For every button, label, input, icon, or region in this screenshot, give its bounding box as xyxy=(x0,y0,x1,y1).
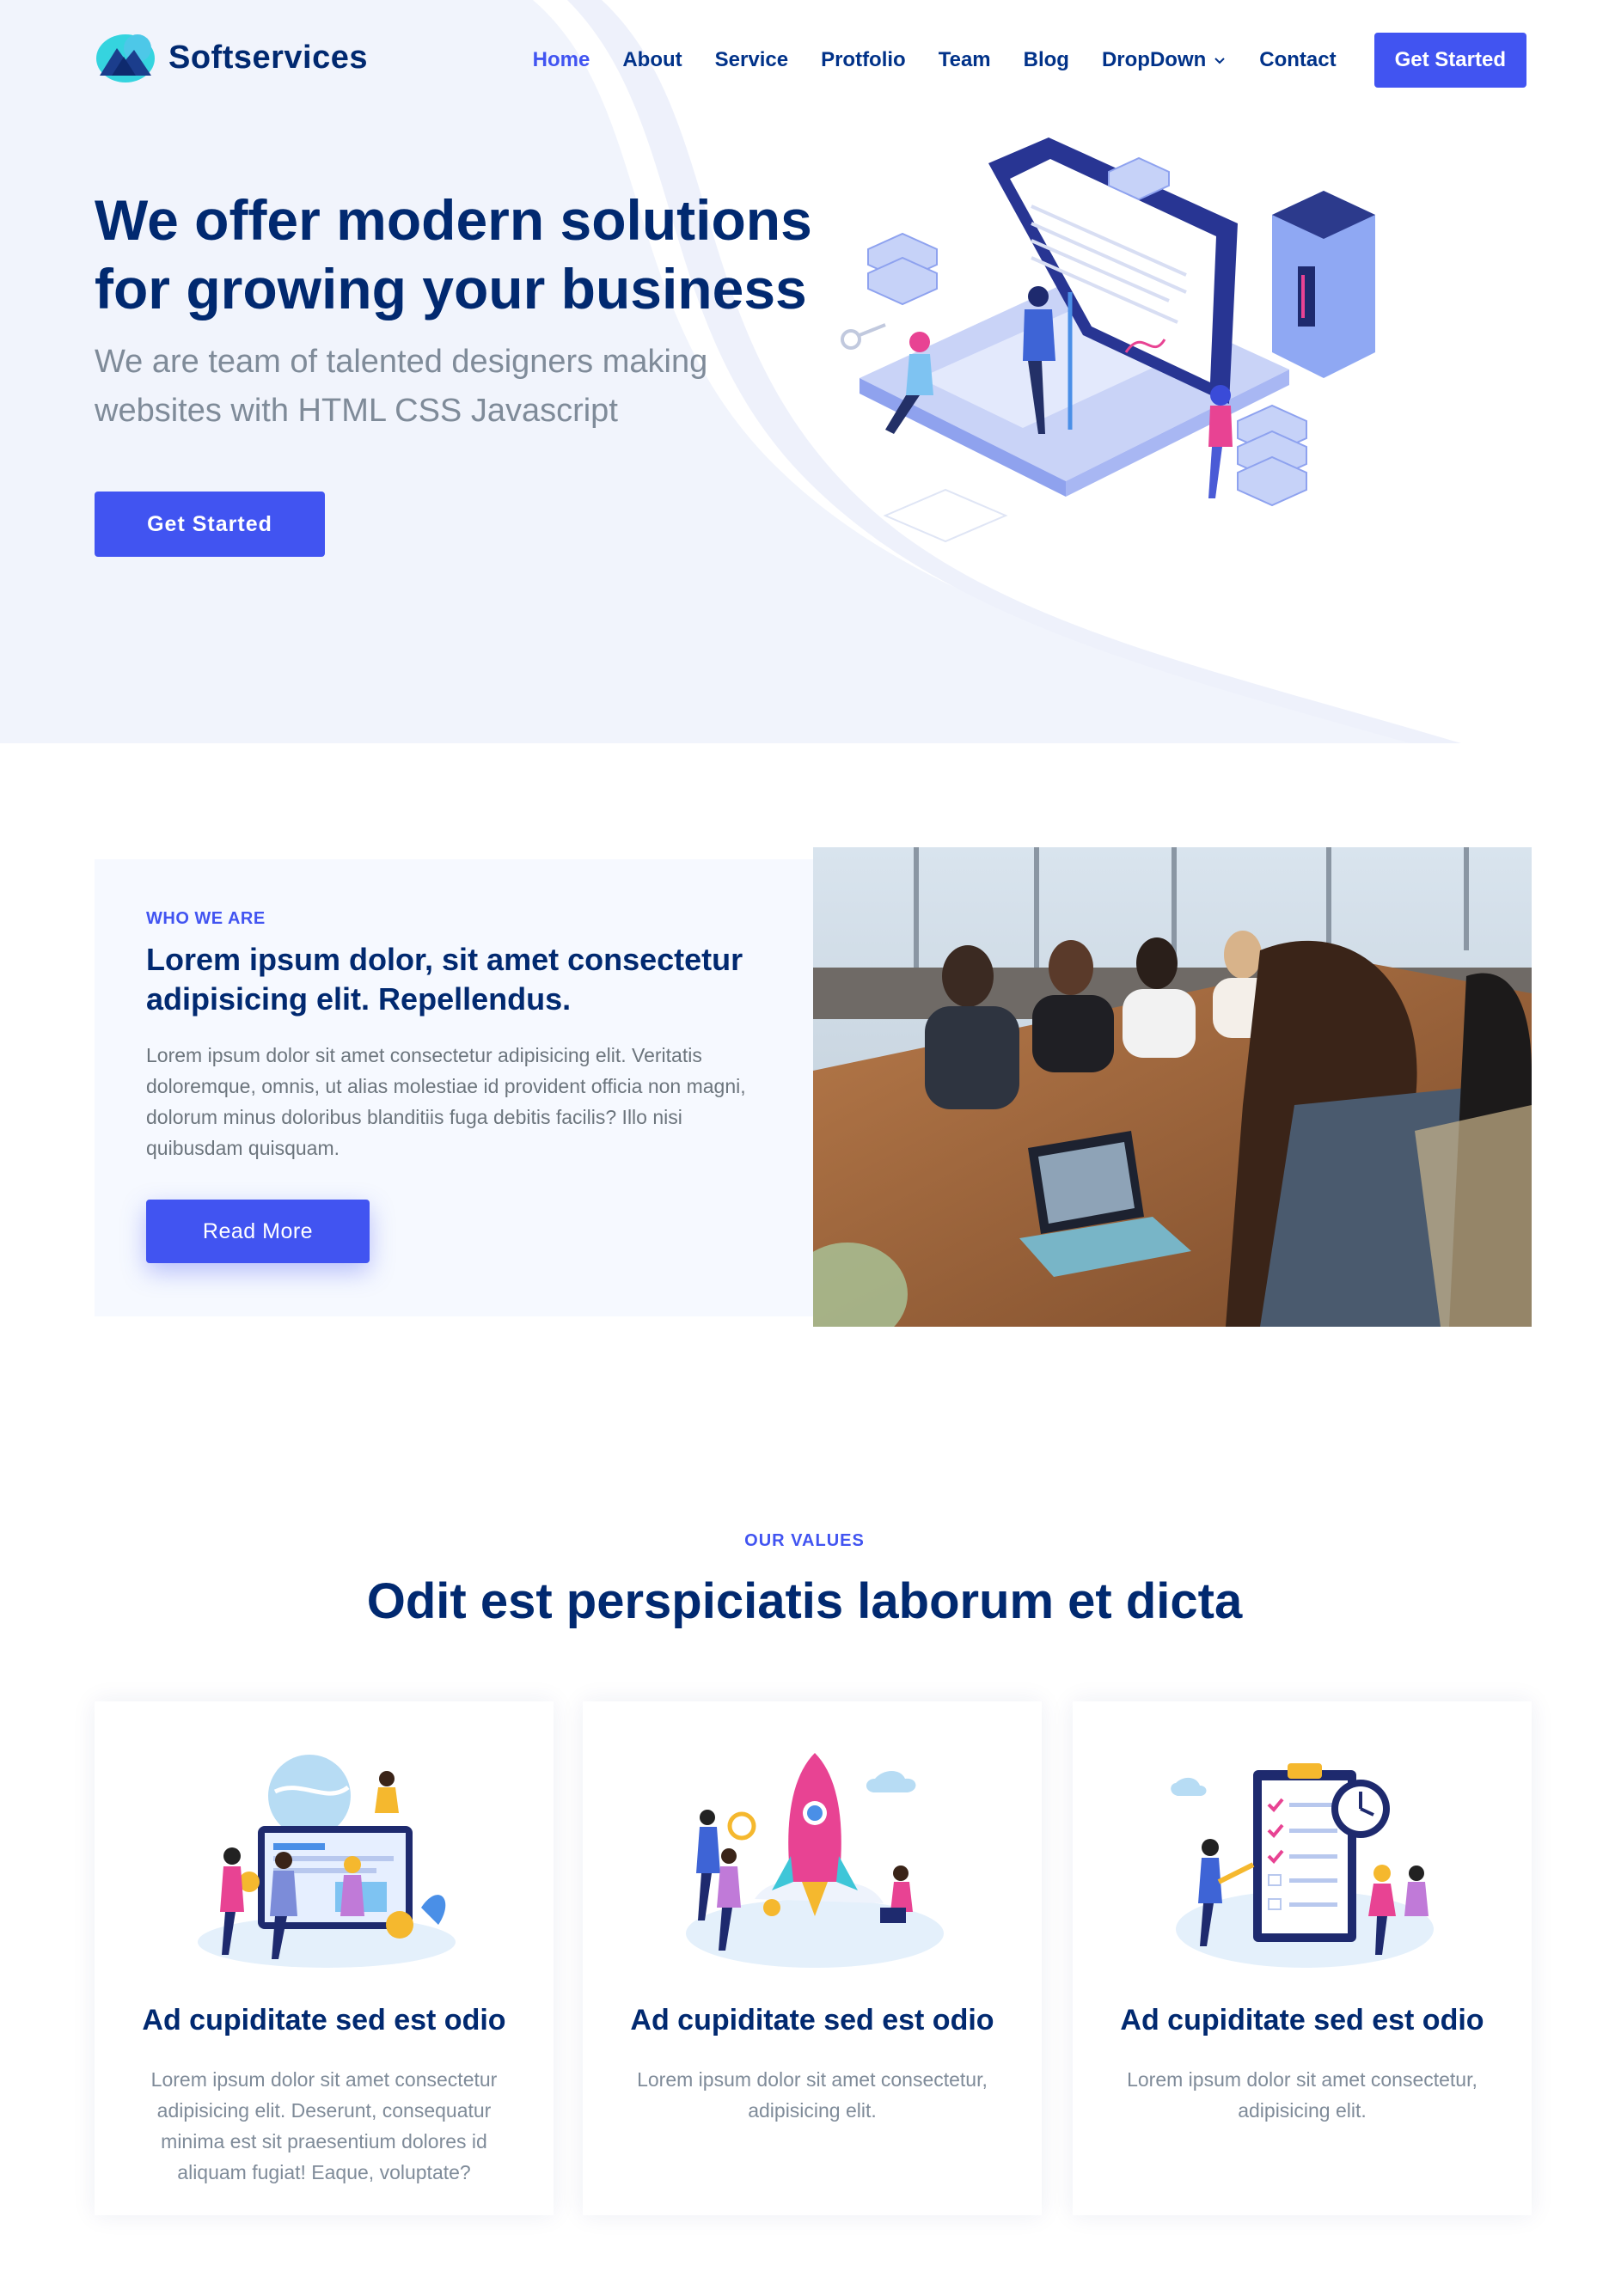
dashboard-team-illustration xyxy=(198,1755,456,1968)
values-eyebrow: OUR VALUES xyxy=(744,1531,865,1550)
checklist-clock-illustration xyxy=(1171,1763,1434,1968)
hero-section: Softservices Home About Service Protfoli… xyxy=(0,0,1609,743)
rocket-launch-illustration xyxy=(686,1753,944,1968)
value-card: Ad cupiditate sed est odio Lorem ipsum d… xyxy=(1073,1701,1532,2215)
laptop-team-illustration xyxy=(841,137,1375,543)
value-card: Ad cupiditate sed est odio Lorem ipsum d… xyxy=(95,1701,554,2215)
nav-contact[interactable]: Contact xyxy=(1259,48,1336,72)
read-more-button[interactable]: Read More xyxy=(146,1200,370,1263)
value-card: Ad cupiditate sed est odio Lorem ipsum d… xyxy=(583,1701,1042,2215)
nav-dropdown[interactable]: DropDown xyxy=(1102,48,1227,72)
brand-logo[interactable]: Softservices xyxy=(95,31,368,84)
about-title: Lorem ipsum dolor, sit amet consectetur … xyxy=(146,942,743,1017)
brand-name: Softservices xyxy=(168,39,369,76)
nav-home[interactable]: Home xyxy=(533,48,590,72)
get-started-hero-button[interactable]: Get Started xyxy=(95,492,325,557)
value-card-text: Lorem ipsum dolor sit amet consectetur, … xyxy=(637,2068,988,2122)
nav-dropdown-label: DropDown xyxy=(1101,48,1207,71)
mountain-logo-icon xyxy=(96,34,155,82)
about-eyebrow: WHO WE ARE xyxy=(146,909,266,928)
nav-portfolio[interactable]: Protfolio xyxy=(821,48,906,72)
nav-service[interactable]: Service xyxy=(715,48,788,72)
hero-subtitle: We are team of talented designers making… xyxy=(95,344,708,429)
about-text: Lorem ipsum dolor sit amet consectetur a… xyxy=(146,1044,746,1159)
value-card-text: Lorem ipsum dolor sit amet consectetur a… xyxy=(150,2068,498,2183)
values-title: Odit est perspiciatis laborum et dicta xyxy=(366,1573,1243,1629)
hero-title: We offer modern solutions for growing yo… xyxy=(95,188,812,321)
value-card-title: Ad cupiditate sed est odio xyxy=(142,2004,506,2036)
chevron-down-icon xyxy=(1214,58,1225,64)
nav-blog[interactable]: Blog xyxy=(1024,48,1069,72)
nav-about[interactable]: About xyxy=(622,48,682,72)
site-header: Softservices Home About Service Protfoli… xyxy=(0,0,1609,120)
team-meeting-photo xyxy=(813,847,1532,1327)
value-card-title: Ad cupiditate sed est odio xyxy=(1120,2004,1484,2036)
value-card-title: Ad cupiditate sed est odio xyxy=(630,2004,994,2036)
main-nav: Home About Service Protfolio Team Blog D… xyxy=(500,33,1526,88)
get-started-nav-button[interactable]: Get Started xyxy=(1373,33,1526,88)
nav-team[interactable]: Team xyxy=(939,48,991,72)
value-card-text: Lorem ipsum dolor sit amet consectetur, … xyxy=(1127,2068,1477,2122)
